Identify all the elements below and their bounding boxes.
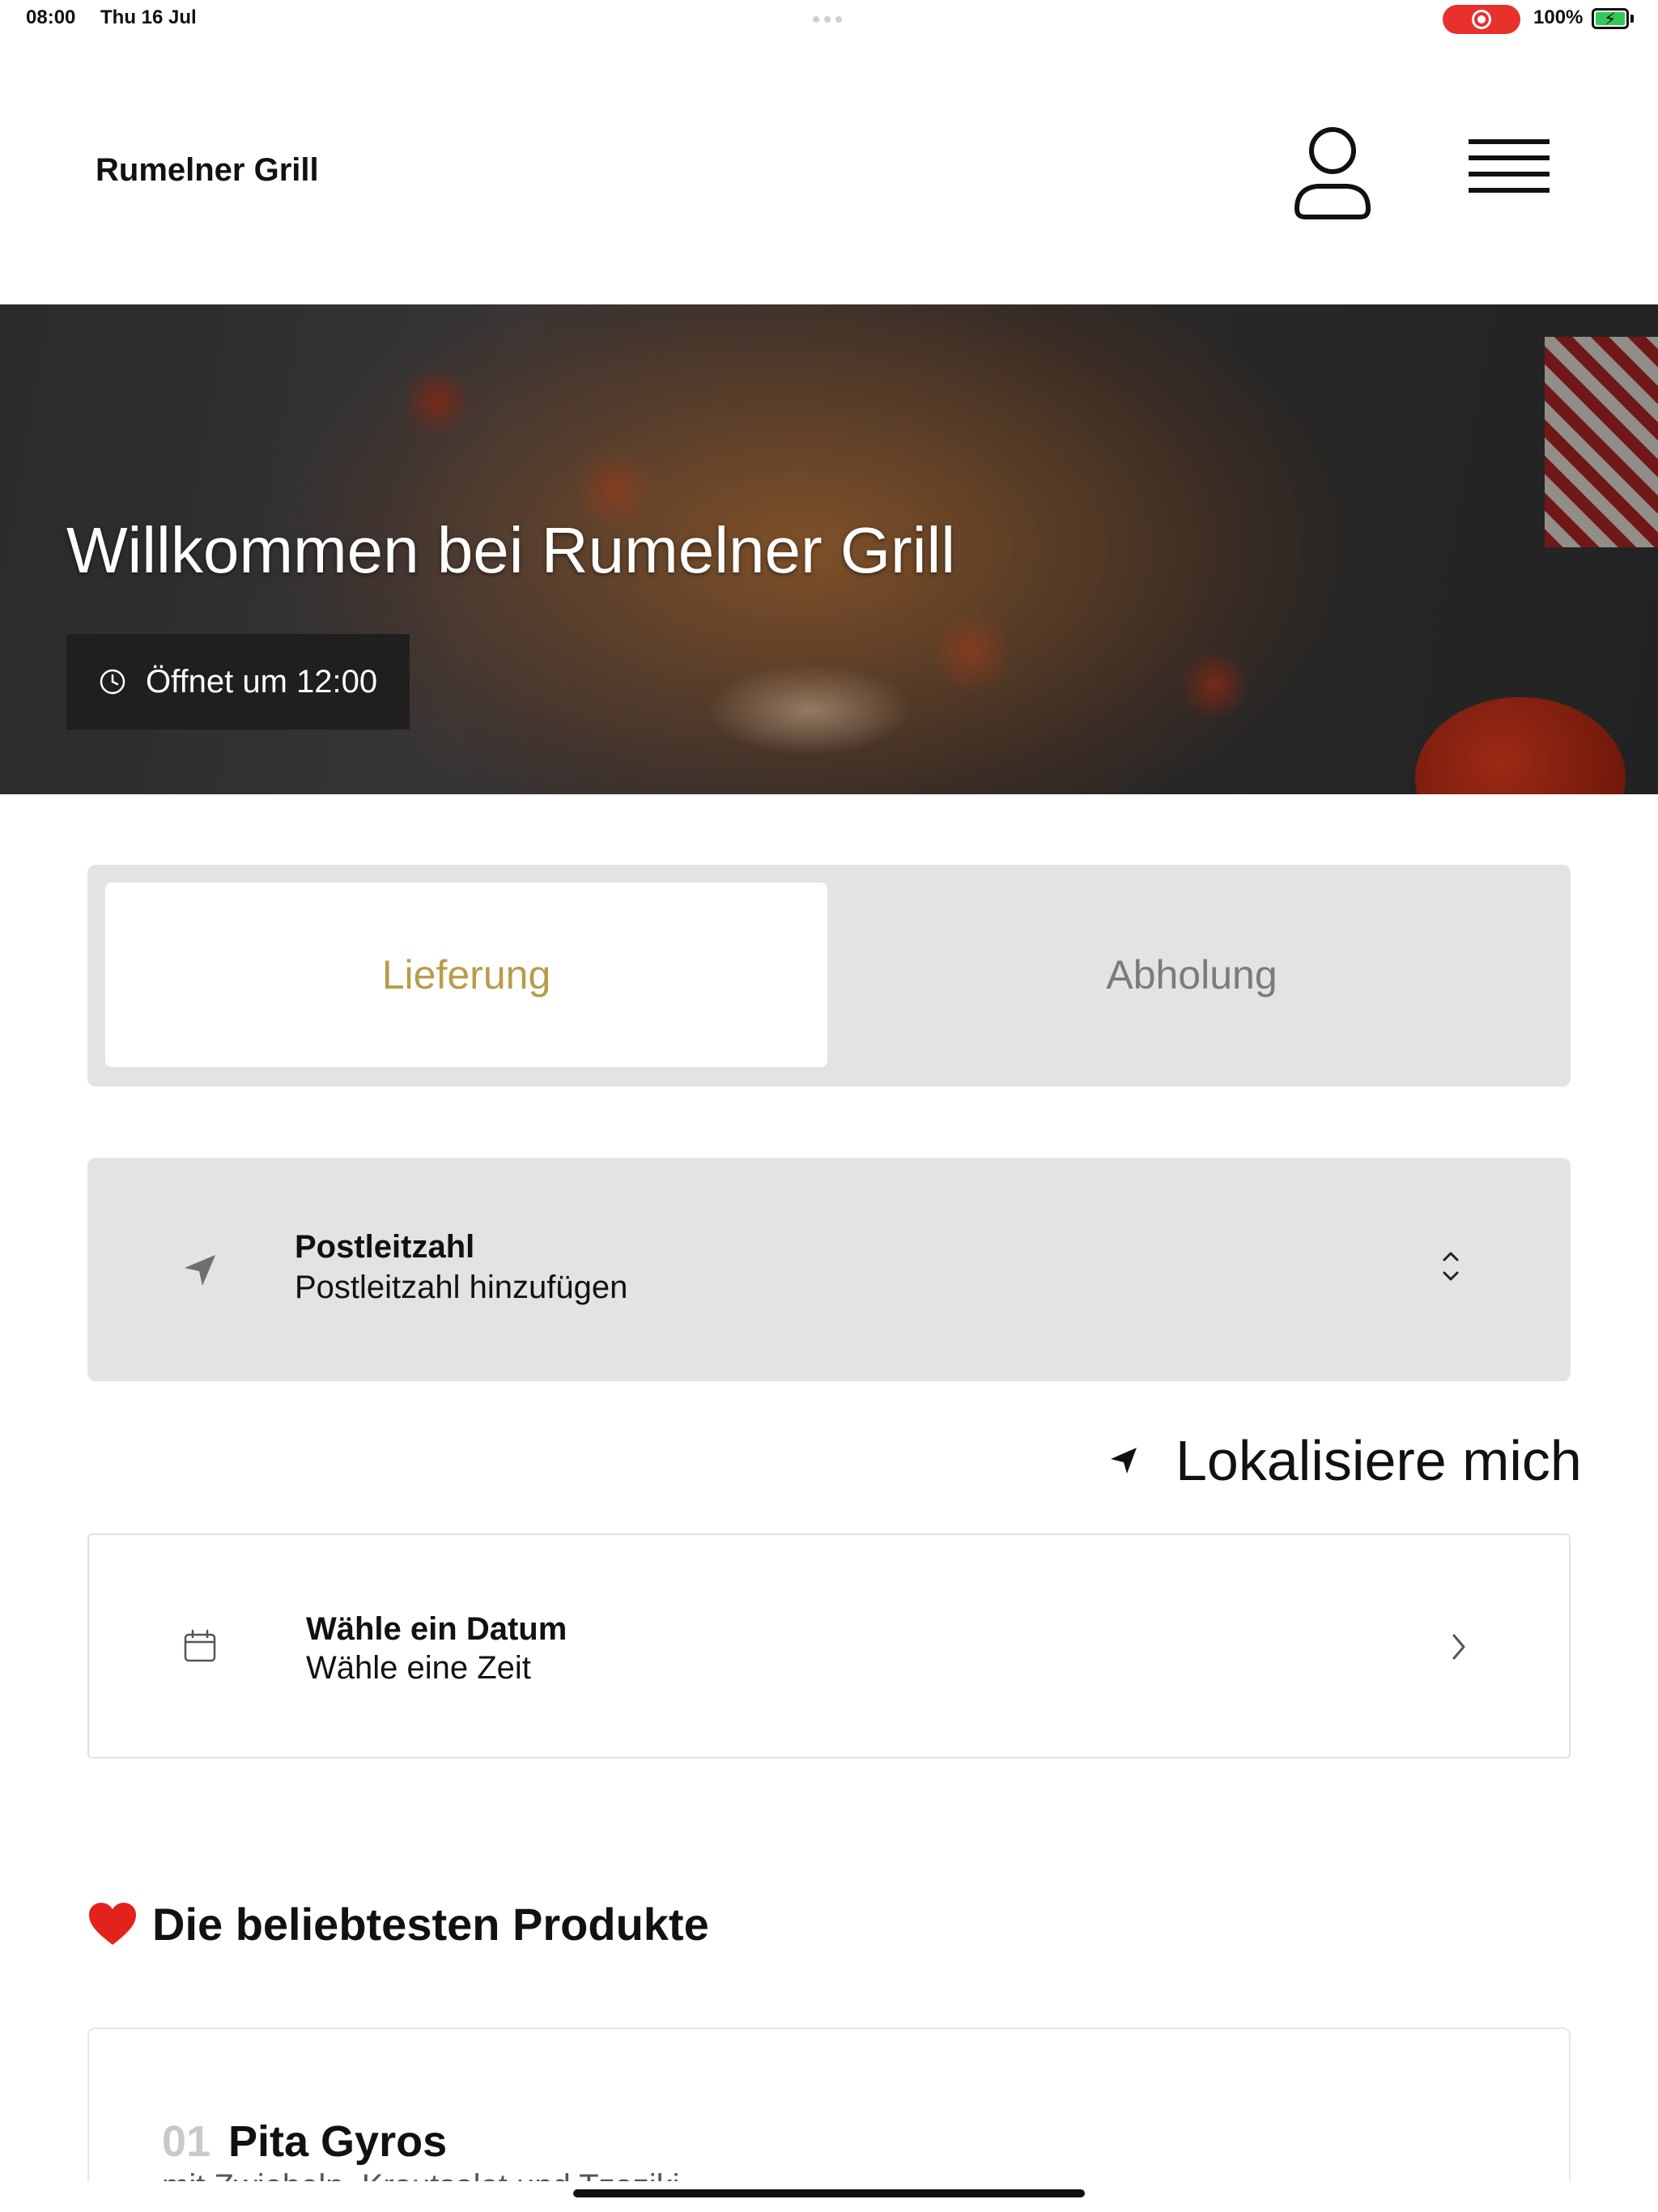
- hero-title: Willkommen bei Rumelner Grill: [66, 514, 956, 586]
- schedule-selector[interactable]: Wähle ein Datum Wähle eine Zeit: [87, 1534, 1571, 1759]
- multitasking-dots-icon[interactable]: [813, 16, 845, 23]
- locate-me-label: Lokalisiere mich: [1175, 1429, 1582, 1492]
- status-bar: 08:00 Thu 16 Jul 100% ⚡: [0, 0, 1658, 39]
- navigation-arrow-icon: [185, 1255, 215, 1286]
- calendar-icon: [184, 1629, 216, 1662]
- order-mode-toggle: Lieferung Abholung: [87, 865, 1571, 1087]
- menu-button[interactable]: [1464, 134, 1554, 209]
- battery-icon: ⚡: [1592, 8, 1629, 29]
- status-date: Thu 16 Jul: [100, 6, 197, 28]
- time-label: Wähle eine Zeit: [306, 1650, 531, 1686]
- brand-name[interactable]: Rumelner Grill: [96, 152, 319, 189]
- chevron-up-down-icon: [1443, 1252, 1459, 1281]
- chevron-right-icon: [1452, 1634, 1465, 1660]
- user-icon: [1294, 127, 1371, 219]
- hamburger-menu-icon: [1469, 139, 1550, 144]
- tab-delivery[interactable]: Lieferung: [105, 883, 827, 1067]
- hero-banner: Willkommen bei Rumelner Grill Öffnet um …: [0, 304, 1658, 794]
- opening-status-badge: Öffnet um 12:00: [66, 634, 410, 730]
- opening-status-text: Öffnet um 12:00: [146, 663, 378, 700]
- battery-percentage: 100%: [1533, 6, 1584, 28]
- account-button[interactable]: [1290, 123, 1375, 223]
- product-name: Pita Gyros: [228, 2117, 448, 2166]
- date-label: Wähle ein Datum: [306, 1611, 568, 1647]
- heart-icon: [89, 1902, 136, 1945]
- clock-icon: [100, 669, 125, 695]
- postal-code-label: Postleitzahl: [295, 1229, 475, 1265]
- postal-code-placeholder: Postleitzahl hinzufügen: [295, 1270, 628, 1305]
- postal-code-selector[interactable]: Postleitzahl Postleitzahl hinzufügen: [87, 1158, 1571, 1381]
- popular-products-heading: Die beliebtesten Produkte: [87, 1898, 709, 1950]
- location-arrow-icon: [1111, 1448, 1137, 1474]
- home-indicator[interactable]: [573, 2189, 1085, 2197]
- screen-recording-indicator[interactable]: [1443, 5, 1520, 34]
- battery-cap: [1630, 15, 1634, 23]
- locate-me-button[interactable]: Lokalisiere mich: [1107, 1428, 1582, 1493]
- record-icon: [1472, 10, 1491, 29]
- product-number: 01: [162, 2117, 211, 2166]
- tab-pickup[interactable]: Abholung: [831, 883, 1553, 1067]
- popular-products-title: Die beliebtesten Produkte: [152, 1899, 709, 1950]
- status-time: 08:00: [26, 6, 76, 28]
